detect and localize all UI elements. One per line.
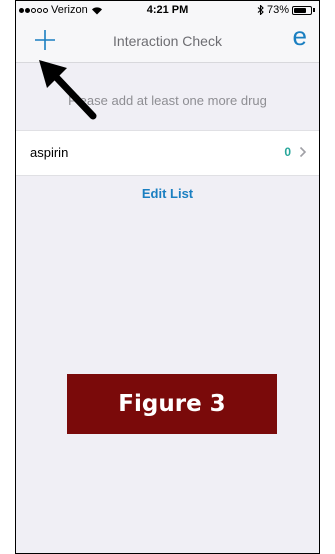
page-title: Interaction Check <box>113 33 222 49</box>
app-logo-button[interactable]: e <box>293 23 307 49</box>
interaction-count: 0 <box>284 145 291 159</box>
battery-tip <box>313 8 315 12</box>
battery-icon <box>292 5 312 15</box>
list-item[interactable]: aspirin 0 <box>16 130 319 176</box>
drug-name: aspirin <box>30 145 69 160</box>
battery-percent: 73% <box>266 4 289 16</box>
hint-message: Please add at least one more drug <box>68 93 267 108</box>
status-right: 73% <box>257 4 315 16</box>
edit-list-button[interactable]: Edit List <box>16 186 319 201</box>
status-bar: Verizon 4:21 PM 73% <box>16 1 319 21</box>
phone-screen: Verizon 4:21 PM 73% Interaction Check e … <box>15 0 320 554</box>
figure-label: Figure 3 <box>67 374 277 434</box>
bluetooth-icon <box>257 5 264 15</box>
chevron-right-icon <box>299 146 307 158</box>
navigation-bar: Interaction Check e <box>16 21 319 63</box>
